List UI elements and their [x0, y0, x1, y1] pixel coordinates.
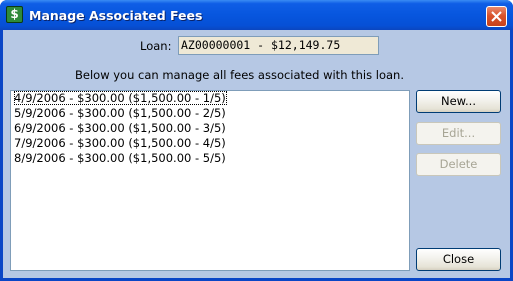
fee-list-item[interactable]: 7/9/2006 - $300.00 ($1,500.00 - 4/5): [11, 136, 409, 151]
new-fee-button[interactable]: New...: [416, 90, 501, 113]
close-window-button[interactable]: [486, 6, 507, 27]
close-icon: [491, 11, 502, 22]
instruction-text: Below you can manage all fees associated…: [75, 68, 404, 82]
fee-list-item[interactable]: 4/9/2006 - $300.00 ($1,500.00 - 1/5): [11, 91, 409, 106]
dollar-note-icon: $: [6, 6, 23, 23]
manage-fees-dialog: $ Manage Associated Fees Loan: AZ0000000…: [0, 0, 513, 281]
fee-list-item[interactable]: 5/9/2006 - $300.00 ($1,500.00 - 2/5): [11, 106, 409, 121]
fee-list-item[interactable]: 6/9/2006 - $300.00 ($1,500.00 - 3/5): [11, 121, 409, 136]
delete-fee-button[interactable]: Delete: [416, 153, 501, 176]
fee-list[interactable]: 4/9/2006 - $300.00 ($1,500.00 - 1/5) 5/9…: [10, 90, 410, 271]
fee-list-item[interactable]: 8/9/2006 - $300.00 ($1,500.00 - 5/5): [11, 151, 409, 166]
window-title: Manage Associated Fees: [29, 8, 203, 23]
dialog-body: Loan: AZ00000001 - $12,149.75 Below you …: [3, 30, 510, 278]
loan-label: Loan:: [140, 39, 172, 53]
close-button[interactable]: Close: [416, 248, 501, 271]
edit-fee-button[interactable]: Edit...: [416, 122, 501, 145]
loan-field[interactable]: AZ00000001 - $12,149.75: [178, 36, 379, 55]
title-bar[interactable]: $ Manage Associated Fees: [0, 0, 513, 30]
